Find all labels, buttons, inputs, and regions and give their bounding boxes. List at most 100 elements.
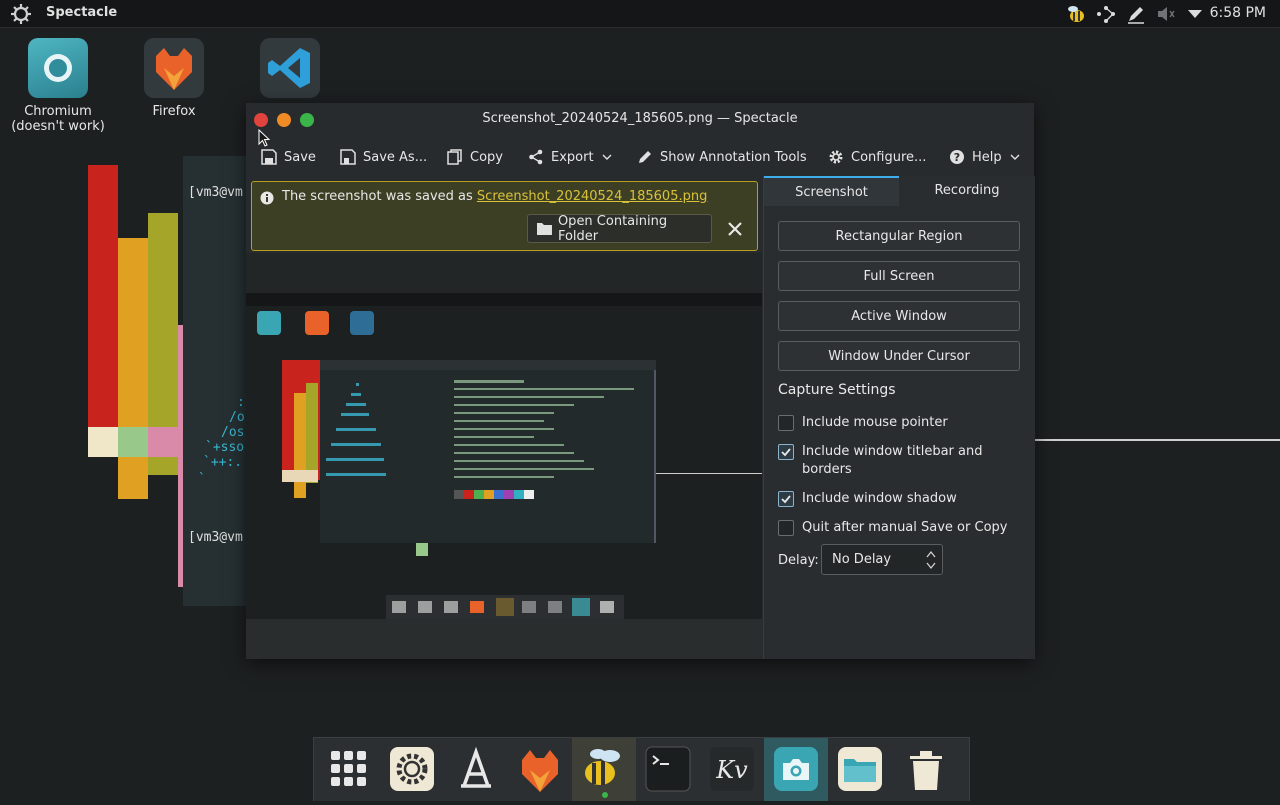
dock-files[interactable] [828, 738, 892, 801]
ascii-art: /o [229, 410, 245, 425]
tab-screenshot[interactable]: Screenshot [764, 176, 899, 206]
option-label: Include mouse pointer [802, 415, 948, 430]
color-bar [148, 427, 178, 457]
ascii-art: ` [198, 472, 206, 487]
dock-terminal[interactable] [636, 738, 700, 801]
color-bar [88, 427, 118, 457]
delay-spinbox[interactable]: No Delay [821, 544, 943, 575]
terminal-prompt: [vm3@vm [188, 185, 243, 200]
close-icon[interactable] [726, 220, 744, 238]
save-as-label: Save As... [363, 149, 428, 165]
dock-settings[interactable] [380, 738, 444, 801]
color-bar [118, 427, 148, 457]
desktop-icon-label: Chromium [24, 104, 92, 119]
chevron-down-icon[interactable] [1184, 4, 1206, 24]
help-icon: ? [950, 150, 964, 164]
checkbox-unchecked[interactable] [778, 415, 794, 431]
bee-icon [585, 749, 620, 798]
kde-logo-icon[interactable] [10, 3, 32, 25]
checkbox-checked[interactable] [778, 491, 794, 507]
titlebar[interactable]: Screenshot_20240524_185605.png — Spectac… [246, 103, 1034, 147]
chevron-down-icon [1010, 154, 1020, 160]
active-window-button[interactable]: Active Window [778, 301, 1020, 331]
save-button[interactable]: Save [261, 145, 316, 169]
rectangular-region-button[interactable]: Rectangular Region [778, 221, 1020, 251]
folder-icon [838, 747, 882, 791]
save-icon [261, 149, 277, 165]
save-as-icon [340, 149, 356, 165]
dock-trash[interactable] [892, 738, 956, 801]
network-tray-icon[interactable] [1095, 4, 1117, 24]
annotate-tray-icon[interactable] [1125, 4, 1147, 24]
dock-kv-app[interactable]: Kv [700, 738, 764, 801]
terminal-icon [645, 746, 691, 792]
trash-icon [910, 751, 942, 790]
chromium-icon [28, 38, 88, 98]
ascii-art: `+sso [205, 440, 245, 455]
desktop-icon-label: (doesn't work) [11, 119, 105, 134]
open-folder-label: Open Containing Folder [557, 213, 668, 244]
full-screen-button[interactable]: Full Screen [778, 261, 1020, 291]
desktop-icon-chromium[interactable]: Chromium (doesn't work) [8, 38, 108, 134]
export-button[interactable]: Export [528, 145, 613, 169]
camera-icon [774, 747, 818, 791]
active-app-name: Spectacle [46, 5, 118, 20]
checkmark-icon [781, 495, 791, 504]
app-store-icon [461, 746, 491, 788]
preview-footer [246, 619, 762, 659]
option-label: Quit after manual Save or Copy [802, 520, 1008, 535]
copy-button[interactable]: Copy [447, 145, 503, 169]
annotate-label: Show Annotation Tools [660, 149, 807, 165]
delay-value: No Delay [832, 552, 892, 567]
export-label: Export [551, 149, 594, 165]
option-label: Include window shadow [802, 491, 957, 506]
vscode-icon [260, 38, 320, 98]
help-button[interactable]: ? Help [949, 145, 1021, 169]
checkbox-unchecked[interactable] [778, 520, 794, 536]
ascii-art: `++:. [203, 455, 243, 470]
dock-app-store[interactable] [444, 738, 508, 801]
screenshot-preview[interactable] [246, 253, 762, 619]
pencil-icon [639, 151, 651, 163]
window-title: Screenshot_20240524_185605.png — Spectac… [482, 111, 798, 126]
copy-icon [447, 149, 462, 165]
window-under-cursor-button[interactable]: Window Under Cursor [778, 341, 1020, 371]
tab-recording[interactable]: Recording [899, 176, 1035, 206]
capture-side-panel: Screenshot Recording Rectangular Region … [763, 176, 1035, 659]
toolbar: Save Save As... Copy Export Show Annotat… [246, 136, 1034, 176]
desktop-icon-vscode[interactable] [240, 38, 340, 104]
checkbox-checked[interactable] [778, 444, 794, 460]
bee-tray-icon[interactable] [1066, 4, 1088, 24]
color-bar [118, 457, 148, 499]
firefox-icon [144, 38, 204, 98]
screenshot-thumbnail [246, 293, 762, 619]
dock: Kv [313, 737, 970, 801]
dock-app-launcher[interactable] [316, 738, 380, 801]
ascii-art: /os [221, 425, 245, 440]
capture-settings-heading: Capture Settings [778, 382, 896, 398]
desktop-icon-firefox[interactable]: Firefox [124, 38, 224, 119]
save-as-button[interactable]: Save As... [340, 145, 427, 169]
kv-icon: Kv [710, 747, 754, 791]
clock[interactable]: 6:58 PM [1210, 5, 1266, 21]
checkmark-icon [781, 448, 791, 457]
saved-notification-banner: The screenshot was saved as Screenshot_2… [251, 181, 758, 251]
save-label: Save [284, 149, 316, 165]
spectacle-window[interactable]: Screenshot_20240524_185605.png — Spectac… [246, 103, 1035, 659]
show-annotation-tools-button[interactable]: Show Annotation Tools [637, 145, 807, 169]
delay-label: Delay: [778, 553, 819, 568]
volume-muted-icon[interactable] [1155, 4, 1177, 24]
configure-button[interactable]: Configure... [828, 145, 926, 169]
top-panel: Spectacle 6:58 PM [0, 0, 1280, 28]
dock-bee-app[interactable] [572, 738, 636, 801]
svg-text:Kv: Kv [715, 756, 748, 784]
dock-spectacle[interactable] [764, 738, 828, 801]
saved-file-link[interactable]: Screenshot_20240524_185605.png [477, 189, 707, 204]
spin-arrows-icon[interactable] [925, 548, 937, 572]
saved-message-text: The screenshot was saved as [282, 189, 477, 204]
dock-firefox[interactable] [508, 738, 572, 801]
open-containing-folder-button[interactable]: Open Containing Folder [527, 213, 712, 244]
saved-message: The screenshot was saved as Screenshot_2… [282, 189, 707, 204]
settings-icon [390, 747, 434, 791]
grid-icon [331, 751, 366, 786]
